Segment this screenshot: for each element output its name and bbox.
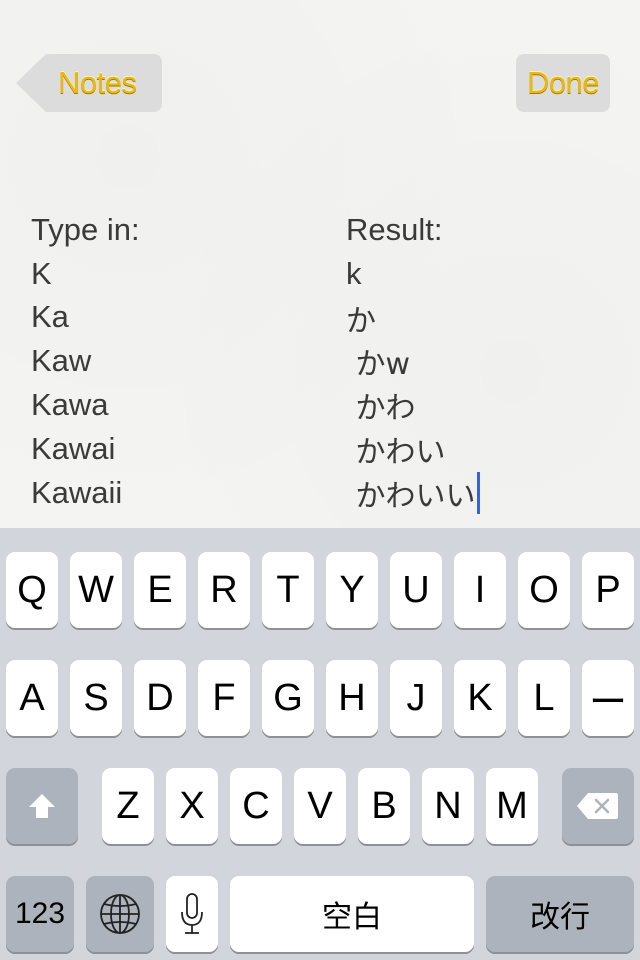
result-text: かわい <box>346 434 446 470</box>
return-key[interactable]: 改行 <box>486 876 634 952</box>
key-v[interactable]: V <box>294 768 346 844</box>
key-s[interactable]: S <box>70 660 122 736</box>
result-text: かw <box>346 347 411 383</box>
result-text: かわ <box>346 391 416 427</box>
text-cursor <box>476 471 480 514</box>
key-b[interactable]: B <box>358 768 410 844</box>
key-x[interactable]: X <box>166 768 218 844</box>
key-o[interactable]: O <box>518 552 570 628</box>
type-in-heading: Type in: <box>31 211 140 247</box>
key-f[interactable]: F <box>198 660 250 736</box>
type-in-text: Ka <box>31 299 69 335</box>
note-row: Kawaii かわいい <box>31 471 611 515</box>
globe-key[interactable] <box>86 876 154 952</box>
key-d[interactable]: D <box>134 660 186 736</box>
key-j[interactable]: J <box>390 660 442 736</box>
keyboard: Q W E R T Y U I O P A S D F G H J K L ー … <box>0 528 640 960</box>
key-t[interactable]: T <box>262 552 314 628</box>
delete-key[interactable] <box>562 768 634 844</box>
type-in-text: Kaw <box>31 343 92 379</box>
shift-key[interactable] <box>6 768 78 844</box>
key-y[interactable]: Y <box>326 552 378 628</box>
result-heading: Result: <box>346 211 443 247</box>
note-editor[interactable]: Notes Done Type in: Result: K k Ka か Kaw… <box>0 0 640 528</box>
note-row: Ka か <box>31 296 611 340</box>
key-r[interactable]: R <box>198 552 250 628</box>
note-body[interactable]: Type in: Result: K k Ka か Kaw かw Kawa かわ… <box>31 208 611 515</box>
space-key[interactable]: 空白 <box>230 876 474 952</box>
note-row: Kawai かわい <box>31 427 611 471</box>
key-h[interactable]: H <box>326 660 378 736</box>
key-a[interactable]: A <box>6 660 58 736</box>
key-q[interactable]: Q <box>6 552 58 628</box>
type-in-text: Kawaii <box>31 474 123 510</box>
key-n[interactable]: N <box>422 768 474 844</box>
note-header-row: Type in: Result: <box>31 208 611 252</box>
type-in-text: K <box>31 255 52 291</box>
type-in-text: Kawa <box>31 387 109 423</box>
key-m[interactable]: M <box>486 768 538 844</box>
key-w[interactable]: W <box>70 552 122 628</box>
key-l[interactable]: L <box>518 660 570 736</box>
numbers-key[interactable]: 123 <box>6 876 74 952</box>
note-row: Kaw かw <box>31 339 611 383</box>
key-k[interactable]: K <box>454 660 506 736</box>
backspace-icon <box>577 793 618 819</box>
shift-arrow-icon <box>29 794 55 818</box>
done-button-label: Done <box>526 65 600 100</box>
key-c[interactable]: C <box>230 768 282 844</box>
back-arrow-shape <box>16 54 46 112</box>
key-long-vowel-mark[interactable]: ー <box>582 660 634 736</box>
back-button-label: Notes <box>58 65 137 100</box>
key-i[interactable]: I <box>454 552 506 628</box>
note-row: Kawa かわ <box>31 383 611 427</box>
key-z[interactable]: Z <box>102 768 154 844</box>
key-u[interactable]: U <box>390 552 442 628</box>
result-text: か <box>346 303 376 339</box>
result-text: k <box>346 255 362 291</box>
key-e[interactable]: E <box>134 552 186 628</box>
dictation-key[interactable] <box>166 876 218 952</box>
microphone-icon <box>181 893 203 934</box>
type-in-text: Kawai <box>31 430 116 466</box>
globe-icon <box>100 894 140 934</box>
result-text: かわいい <box>346 478 476 514</box>
note-row: K k <box>31 252 611 296</box>
key-p[interactable]: P <box>582 552 634 628</box>
key-g[interactable]: G <box>262 660 314 736</box>
back-to-notes-button[interactable]: Notes <box>16 54 162 112</box>
done-button[interactable]: Done <box>516 54 610 112</box>
